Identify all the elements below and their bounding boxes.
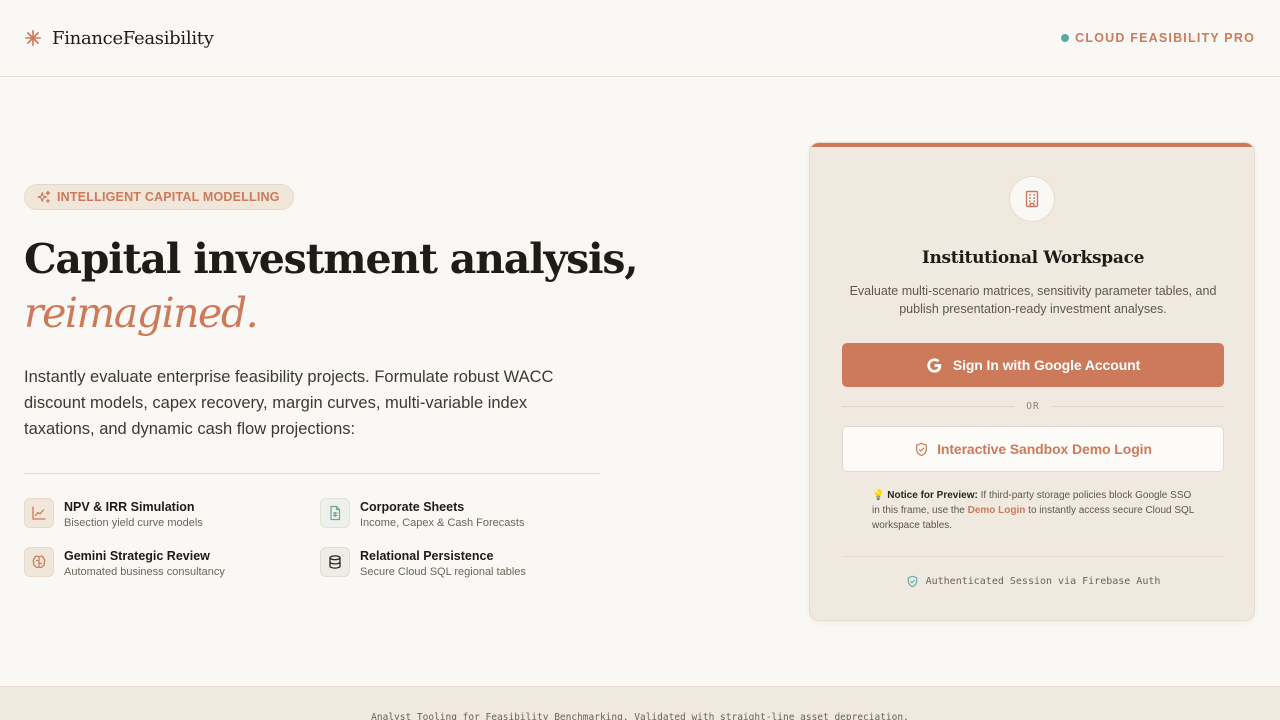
- building-icon: [1025, 190, 1039, 208]
- card-separator: [842, 556, 1224, 557]
- card-title: Institutional Workspace: [921, 248, 1145, 268]
- hero-title-accent: reimagined.: [24, 289, 259, 337]
- feature-gemini-review: Gemini Strategic Review Automated busine…: [24, 547, 304, 583]
- auth-status-label: Authenticated Session via Firebase Auth: [925, 575, 1161, 587]
- card-accent-bar: [810, 143, 1254, 147]
- feature-subtitle: Secure Cloud SQL regional tables: [360, 566, 526, 578]
- hero-description: Instantly evaluate enterprise feasibilit…: [24, 368, 554, 438]
- sparkles-icon: [37, 190, 51, 203]
- shield-check-icon: [907, 575, 917, 587]
- hero-pill-label: INTELLIGENT CAPITAL MODELLING: [57, 190, 280, 204]
- preview-notice: 💡 Notice for Preview: If third-party sto…: [872, 488, 1196, 533]
- feature-title: NPV & IRR Simulation: [64, 500, 195, 514]
- brain-icon: [32, 555, 46, 569]
- demo-login-link[interactable]: Demo Login: [968, 505, 1026, 516]
- hero-divider: [24, 473, 600, 474]
- notice-label: Notice for Preview:: [887, 490, 978, 501]
- shield-check-icon: [916, 442, 928, 456]
- database-icon: [329, 555, 341, 569]
- demo-login-label: Interactive Sandbox Demo Login: [937, 441, 1152, 457]
- status-badge: CLOUD FEASIBILITY PRO: [1061, 30, 1255, 46]
- demo-login-button[interactable]: Interactive Sandbox Demo Login: [842, 426, 1224, 472]
- feature-npv-irr: NPV & IRR Simulation Bisection yield cur…: [24, 498, 304, 534]
- or-divider: OR: [842, 399, 1225, 413]
- hero-pill: INTELLIGENT CAPITAL MODELLING: [24, 184, 294, 210]
- google-signin-button[interactable]: Sign In with Google Account: [842, 343, 1224, 387]
- feature-title: Relational Persistence: [360, 549, 494, 563]
- feature-title: Corporate Sheets: [360, 500, 465, 514]
- hero-title: Capital investment analysis,: [24, 235, 639, 283]
- brand-name: FinanceFeasibility: [52, 27, 214, 49]
- card-description: Evaluate multi-scenario matrices, sensit…: [849, 284, 1217, 316]
- lightbulb-icon: 💡: [872, 490, 885, 501]
- status-label: CLOUD FEASIBILITY PRO: [1075, 31, 1255, 45]
- login-card: Institutional Workspace Evaluate multi-s…: [809, 142, 1255, 621]
- footer: Analyst Tooling for Feasibility Benchmar…: [0, 686, 1280, 720]
- card-badge: [1009, 176, 1055, 222]
- feature-relational-persistence: Relational Persistence Secure Cloud SQL …: [320, 547, 600, 583]
- google-icon: [927, 357, 942, 373]
- or-label: OR: [1026, 400, 1040, 412]
- line-chart-icon: [32, 506, 46, 520]
- google-signin-label: Sign In with Google Account: [952, 357, 1141, 373]
- feature-subtitle: Income, Capex & Cash Forecasts: [360, 517, 525, 529]
- footer-text: Analyst Tooling for Feasibility Benchmar…: [371, 712, 909, 720]
- status-dot: [1061, 34, 1070, 42]
- feature-subtitle: Bisection yield curve models: [64, 517, 203, 529]
- feature-title: Gemini Strategic Review: [64, 549, 210, 563]
- auth-status: Authenticated Session via Firebase Auth: [810, 573, 1254, 589]
- spreadsheet-icon: [330, 505, 341, 521]
- top-bar: FinanceFeasibility CLOUD FEASIBILITY PRO: [0, 0, 1280, 77]
- asterisk-icon: [24, 29, 42, 47]
- brand[interactable]: FinanceFeasibility: [24, 26, 214, 50]
- feature-subtitle: Automated business consultancy: [64, 566, 225, 578]
- feature-corporate-sheets: Corporate Sheets Income, Capex & Cash Fo…: [320, 498, 600, 534]
